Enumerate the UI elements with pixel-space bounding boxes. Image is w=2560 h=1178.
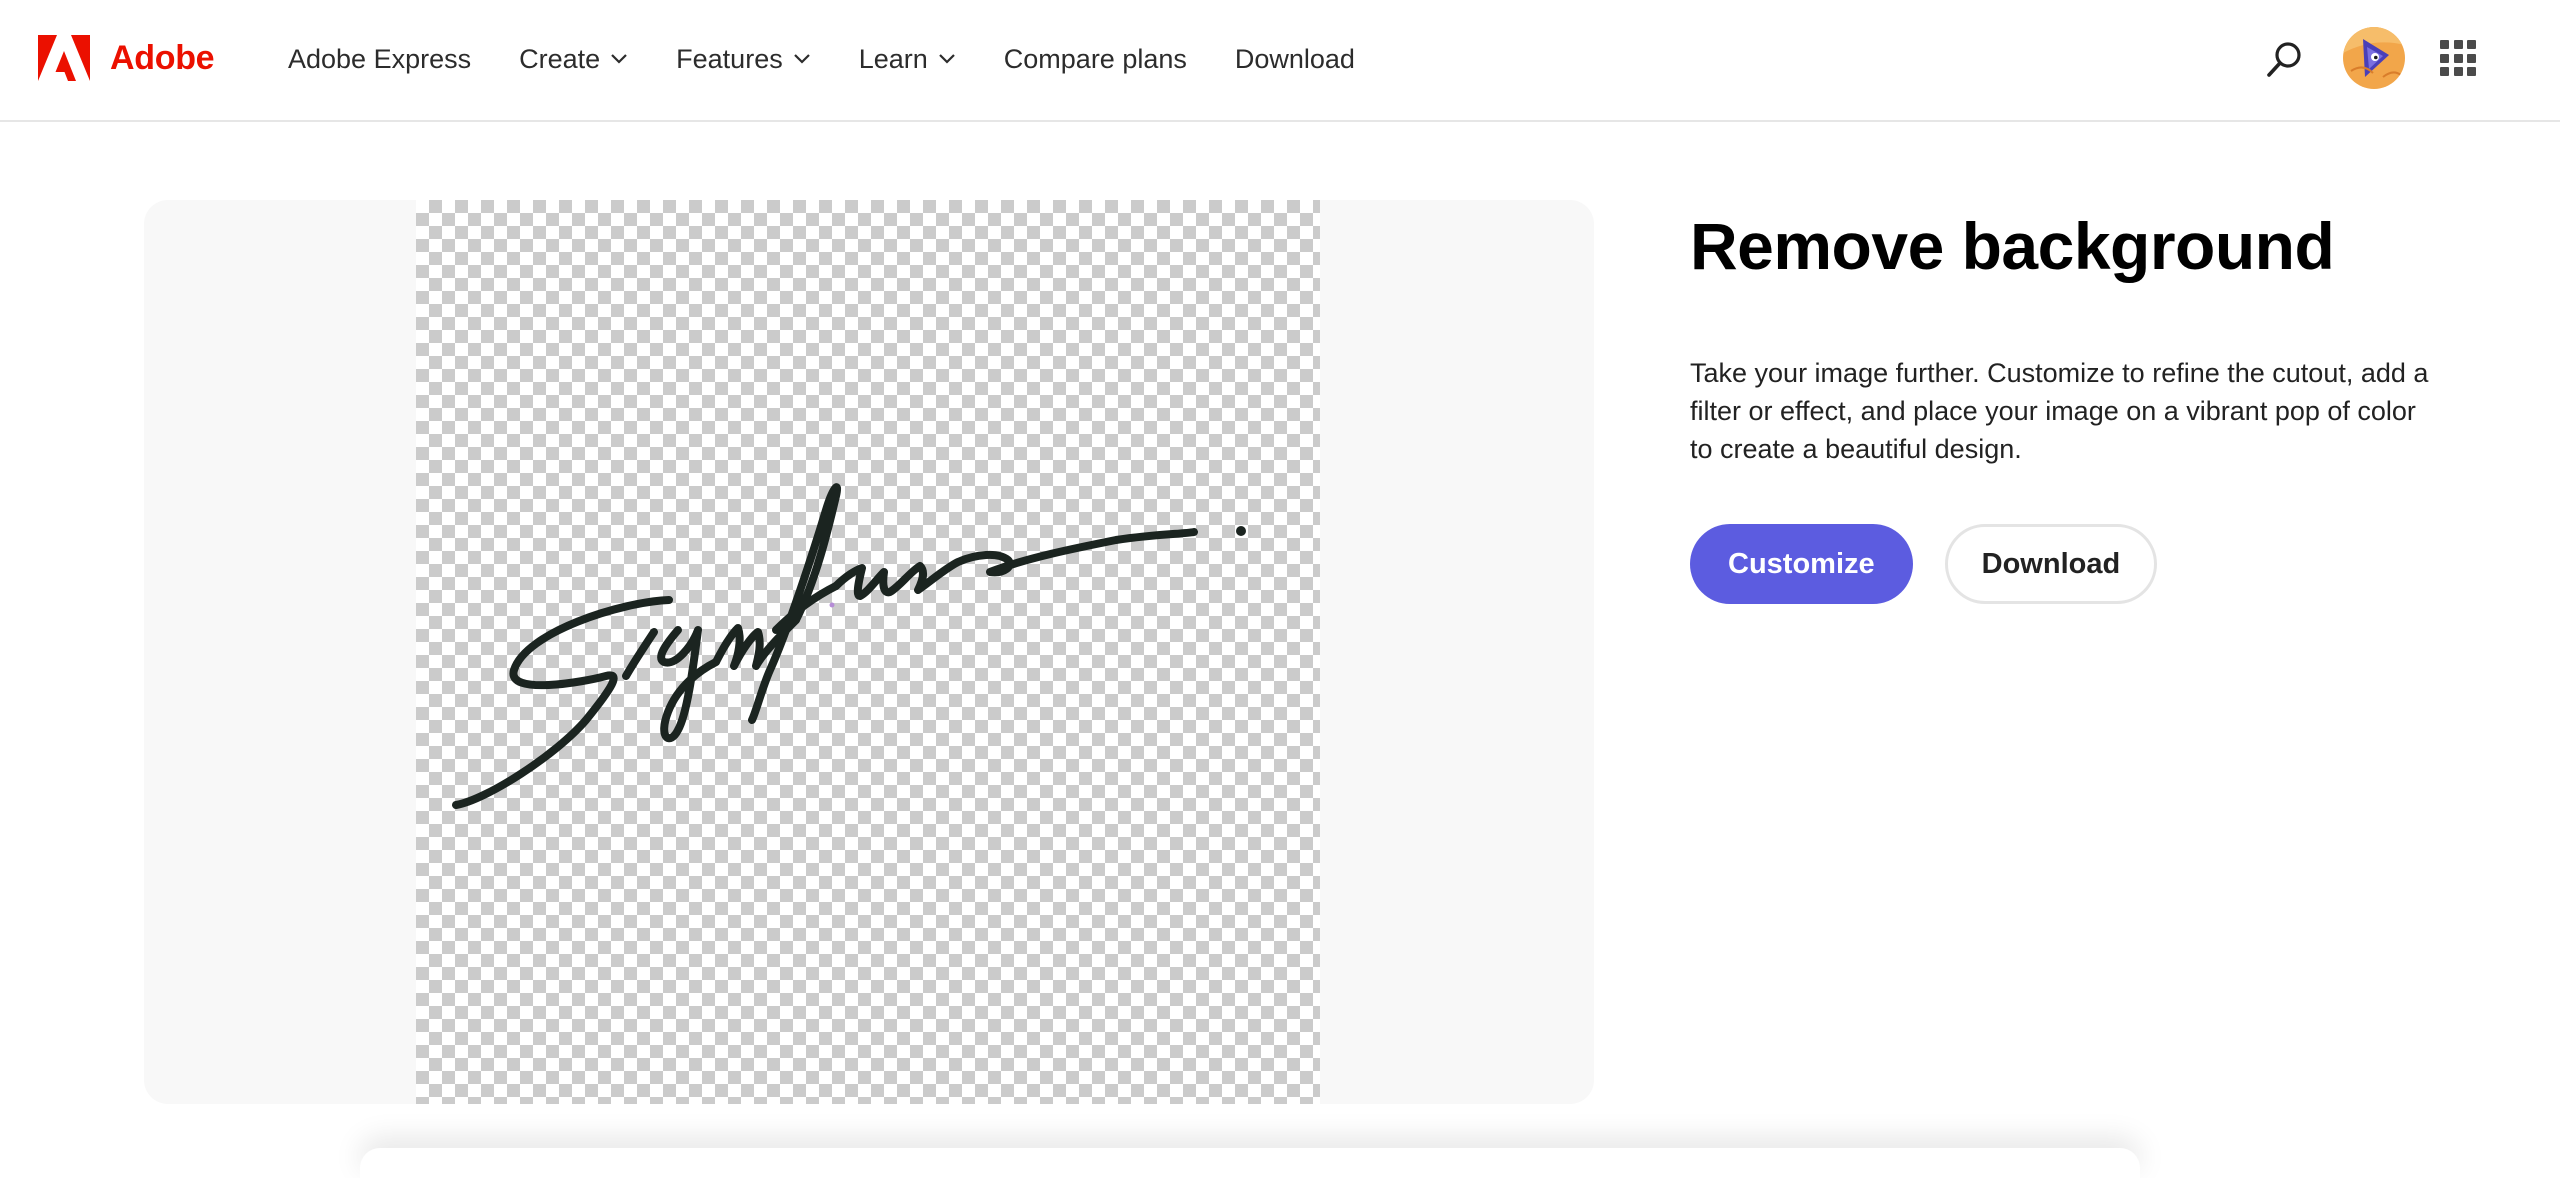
search-button[interactable]	[2264, 38, 2306, 80]
main-nav: Adobe Express Create Features Learn Comp…	[288, 0, 1403, 118]
grid-dot	[2440, 53, 2449, 63]
nav-features[interactable]: Features	[676, 44, 811, 75]
chevron-down-icon	[611, 54, 627, 64]
nav-label: Create	[519, 43, 601, 74]
nav-label: Features	[676, 43, 783, 74]
grid-dot	[2453, 40, 2463, 49]
nav-label: Download	[1234, 43, 1355, 74]
grid-dot	[2453, 67, 2463, 76]
page-description: Take your image further. Customize to re…	[1690, 358, 2429, 464]
image-preview-card	[144, 200, 1594, 1104]
customize-button[interactable]: Customize	[1690, 524, 1913, 604]
action-buttons: Customize Download	[1690, 524, 2450, 604]
chevron-down-icon	[939, 54, 955, 64]
user-avatar[interactable]	[2343, 27, 2405, 89]
global-header: Adobe Adobe Express Create Features Lear…	[0, 0, 2560, 122]
grid-dot	[2467, 67, 2476, 76]
avatar-image	[2343, 27, 2405, 89]
nav-label: Adobe Express	[288, 43, 472, 74]
adobe-logo-icon	[38, 35, 90, 81]
grid-dot	[2453, 53, 2463, 63]
nav-learn[interactable]: Learn	[859, 44, 956, 75]
next-section-edge	[360, 1148, 2140, 1178]
nav-label: Learn	[858, 43, 928, 74]
nav-label: Compare plans	[1003, 43, 1187, 74]
grid-dot	[2467, 40, 2476, 49]
page-title: Remove background	[1690, 209, 2335, 283]
grid-dot	[2467, 53, 2476, 63]
nav-adobe-express[interactable]: Adobe Express	[288, 44, 471, 75]
chevron-down-icon	[793, 54, 810, 64]
grid-dot	[2440, 67, 2449, 76]
signature-image	[452, 483, 1246, 809]
grid-dot	[2440, 40, 2449, 49]
nav-create[interactable]: Create	[519, 44, 628, 75]
nav-download[interactable]: Download	[1235, 44, 1355, 75]
info-panel: Remove background Take your image furthe…	[1690, 200, 2450, 604]
adobe-logo[interactable]: Adobe	[38, 32, 215, 84]
nav-compare-plans[interactable]: Compare plans	[1004, 44, 1187, 75]
transparent-background	[416, 200, 1320, 1104]
app-switcher-icon[interactable]	[2440, 40, 2476, 76]
download-button[interactable]: Download	[1944, 524, 2158, 604]
search-icon	[2267, 42, 2301, 77]
brand-name: Adobe	[110, 38, 215, 77]
